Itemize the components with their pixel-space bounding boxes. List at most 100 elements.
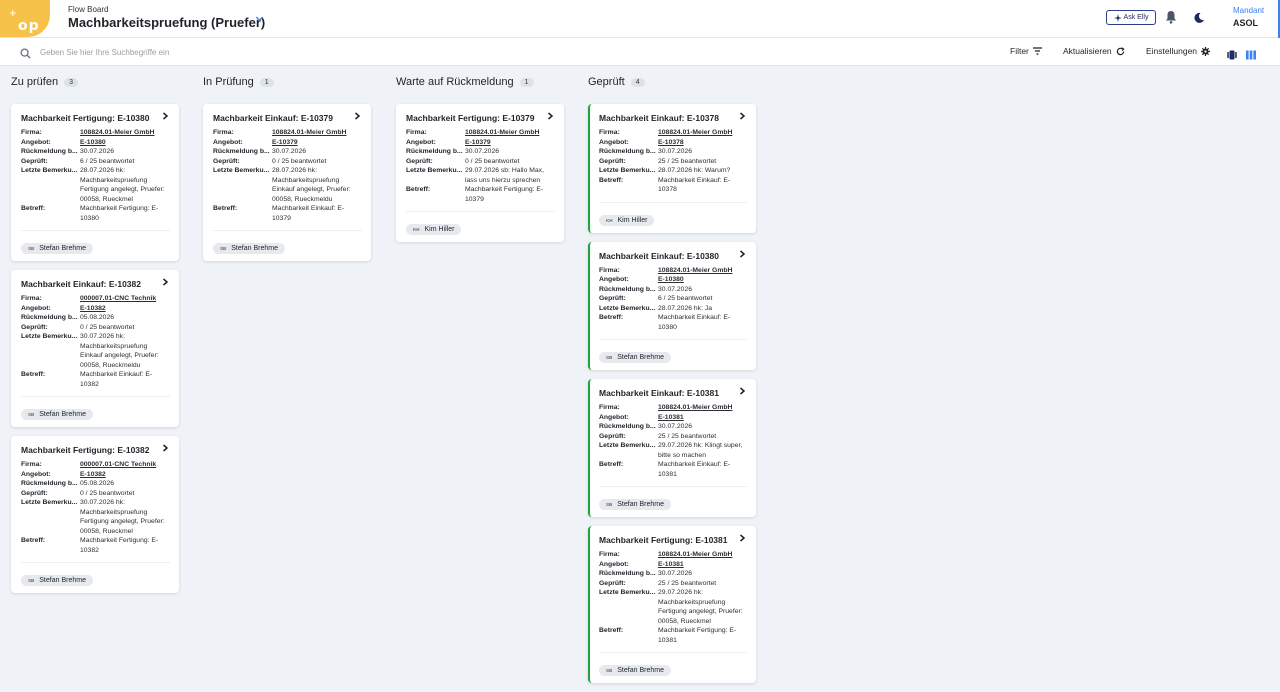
filter-button[interactable]: Filter (1010, 46, 1042, 56)
field-label: Firma: (21, 295, 42, 302)
card-field-firma: Firma: 000007.01-CNC Technik (21, 294, 170, 304)
field-value-betreff: Machbarkeit Einkauf: E-10382 (80, 371, 153, 388)
task-card[interactable]: Machbarkeit Einkauf: E-10378 Firma: 108824… (588, 104, 756, 233)
field-value-firma[interactable]: 108824.01-Meier GmbH (658, 128, 747, 138)
field-value-rueckmeldung: 30.07.2026 (658, 148, 693, 155)
moon-icon[interactable] (1193, 11, 1205, 23)
field-value-firma[interactable]: 108824.01-Meier GmbH (658, 403, 747, 413)
field-value-firma[interactable]: 108824.01-Meier GmbH (272, 128, 362, 138)
field-value-angebot[interactable]: E-10382 (80, 470, 170, 480)
field-value-angebot[interactable]: E-10379 (465, 138, 555, 148)
assignee-chip[interactable]: SB Stefan Brehme (599, 352, 671, 363)
field-label: Betreff: (406, 186, 431, 193)
field-value-angebot[interactable]: E-10380 (658, 275, 747, 285)
field-value-betreff: Machbarkeit Fertigung: E-10379 (465, 186, 544, 203)
task-card[interactable]: Machbarkeit Fertigung: E-10379 Firma: 1088… (396, 104, 564, 242)
card-field-betreff: Betreff: Machbarkeit Einkauf: E-10378 (599, 176, 747, 195)
field-value-geprueft: 0 / 25 beantwortet (272, 157, 327, 165)
field-label: Letzte Bemerku... (599, 442, 656, 449)
field-value-firma[interactable]: 108824.01-Meier GmbH (465, 128, 555, 138)
refresh-button[interactable]: Aktualisieren (1063, 46, 1125, 56)
field-label: Letzte Bemerku... (213, 167, 270, 174)
card-field-rueckmeldung: Rückmeldung b... 30.07.2026 (406, 147, 555, 157)
search-input[interactable] (40, 45, 340, 59)
field-value-rueckmeldung: 30.07.2026 (658, 570, 693, 577)
app-logo[interactable]: op + (0, 0, 50, 37)
assignee-chip[interactable]: SB Stefan Brehme (21, 575, 93, 586)
card-field-firma: Firma: 108824.01-Meier GmbH (406, 128, 555, 138)
field-label: Letzte Bemerku... (599, 167, 656, 174)
card-field-geprueft: Geprüft: 25 / 25 beantwortet (599, 432, 747, 442)
field-value-firma[interactable]: 108824.01-Meier GmbH (658, 550, 747, 560)
ask-elly-button[interactable]: Ask Elly (1106, 10, 1156, 25)
chevron-right-icon[interactable] (547, 112, 554, 122)
card-field-rueckmeldung: Rückmeldung b... 30.07.2026 (213, 147, 362, 157)
field-label: Betreff: (599, 314, 624, 321)
card-field-betreff: Betreff: Machbarkeit Einkauf: E-10381 (599, 460, 747, 479)
settings-button[interactable]: Einstellungen (1146, 46, 1211, 56)
card-field-geprueft: Geprüft: 0 / 25 beantwortet (213, 157, 362, 167)
assignee-chip[interactable]: SB Stefan Brehme (213, 243, 285, 254)
field-value-angebot[interactable]: E-10380 (80, 138, 170, 148)
assignee-chip[interactable]: KH Kim Hiller (599, 214, 655, 226)
field-value-angebot[interactable]: E-10378 (658, 138, 747, 148)
task-card[interactable]: Machbarkeit Fertigung: E-10380 Firma: 1088… (11, 104, 179, 261)
chevron-right-icon[interactable] (739, 249, 746, 260)
field-label: Rückmeldung b... (599, 148, 656, 155)
bell-icon[interactable] (1165, 10, 1177, 24)
field-value-angebot[interactable]: E-10381 (658, 560, 747, 570)
field-value-angebot[interactable]: E-10381 (658, 413, 747, 423)
task-card[interactable]: Machbarkeit Einkauf: E-10382 Firma: 000007… (11, 270, 179, 427)
field-value-bemerkung: 28.07.2026 hk: Machbarkeitspruefung Fert… (80, 167, 165, 203)
card-field-bemerkung: Letzte Bemerku... 28.07.2026 hk: Machbark… (21, 166, 170, 204)
task-card[interactable]: Machbarkeit Fertigung: E-10382 Firma: 0000… (11, 436, 179, 593)
chevron-right-icon[interactable] (162, 444, 169, 454)
field-value-firma[interactable]: 000007.01-CNC Technik (80, 294, 170, 304)
assignee-chip[interactable]: KH Kim Hiller (406, 224, 462, 235)
assignee-chip[interactable]: SB Stefan Brehme (21, 243, 93, 254)
assignee-chip[interactable]: SB Stefan Brehme (21, 409, 93, 420)
assignee-name: Stefan Brehme (617, 501, 664, 508)
field-value-betreff: Machbarkeit Einkauf: E-10379 (272, 205, 345, 222)
column-count-badge: 3 (64, 77, 78, 87)
field-value-firma[interactable]: 000007.01-CNC Technik (80, 460, 170, 470)
chevron-right-icon[interactable] (739, 387, 746, 397)
ask-elly-label: Ask Elly (1123, 14, 1149, 21)
card-title: Machbarkeit Fertigung: E-10382 (21, 445, 150, 455)
field-label: Angebot: (213, 138, 243, 146)
field-value-firma[interactable]: 108824.01-Meier GmbH (658, 266, 747, 276)
card-field-bemerkung: Letzte Bemerku... 28.07.2026 hk: Ja (599, 304, 747, 314)
card-field-betreff: Betreff: Machbarkeit Fertigung: E-10382 (21, 536, 170, 555)
card-field-bemerkung: Letzte Bemerku... 28.07.2026 hk: Warum? (599, 166, 747, 176)
card-field-angebot: Angebot: E-10381 (599, 413, 747, 423)
field-label: Betreff: (599, 461, 624, 468)
field-label: Firma: (406, 129, 427, 136)
chevron-down-icon[interactable] (255, 14, 264, 26)
field-value-angebot[interactable]: E-10379 (272, 138, 362, 148)
chevron-right-icon[interactable] (739, 534, 746, 544)
task-card[interactable]: Machbarkeit Fertigung: E-10381 Firma: 1088… (588, 526, 756, 683)
chevron-right-icon[interactable] (162, 112, 169, 122)
field-value-firma[interactable]: 108824.01-Meier GmbH (80, 128, 170, 138)
card-field-rueckmeldung: Rückmeldung b... 30.07.2026 (599, 285, 747, 295)
card-field-geprueft: Geprüft: 25 / 25 beantwortet (599, 157, 747, 167)
chevron-right-icon[interactable] (354, 112, 361, 122)
avatar: KH (413, 227, 420, 232)
field-value-angebot[interactable]: E-10382 (80, 304, 170, 314)
board-column: Zu prüfen 3 Machbarkeit Fertigung: E-10380… (11, 74, 179, 602)
assignee-name: Stefan Brehme (617, 354, 664, 361)
list-view-icon[interactable] (1227, 47, 1237, 60)
assignee-chip[interactable]: SB Stefan Brehme (599, 665, 671, 676)
chevron-right-icon[interactable] (162, 278, 169, 288)
breadcrumb[interactable]: Flow Board (68, 5, 108, 14)
board-view-icon[interactable] (1246, 47, 1256, 60)
task-card[interactable]: Machbarkeit Einkauf: E-10381 Firma: 108824… (588, 379, 756, 517)
chevron-right-icon[interactable] (739, 112, 746, 122)
task-card[interactable]: Machbarkeit Einkauf: E-10380 Firma: 108824… (588, 241, 756, 370)
field-label: Letzte Bemerku... (21, 333, 78, 340)
mandant-value[interactable]: ASOL (1233, 18, 1258, 28)
task-card[interactable]: Machbarkeit Einkauf: E-10379 Firma: 108824… (203, 104, 371, 261)
field-value-betreff: Machbarkeit Fertigung: E-10382 (80, 537, 159, 554)
card-field-firma: Firma: 108824.01-Meier GmbH (599, 128, 747, 138)
assignee-chip[interactable]: SB Stefan Brehme (599, 499, 671, 510)
